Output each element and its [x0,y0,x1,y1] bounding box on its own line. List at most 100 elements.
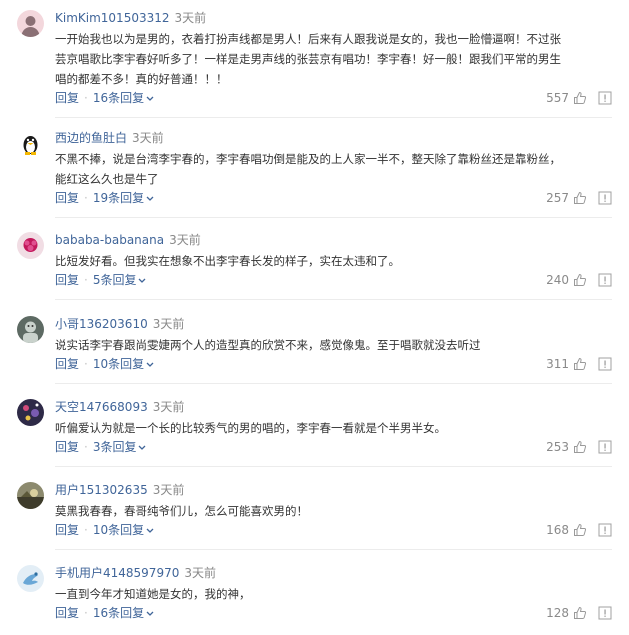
replies-count[interactable]: 3条回复 [93,440,137,454]
thumbs-up-icon[interactable] [573,357,587,371]
report-icon[interactable] [598,191,612,205]
timestamp: 3天前 [152,483,185,497]
separator: · [84,440,88,454]
report-icon[interactable] [598,91,612,105]
like-count: 240 [546,273,569,287]
report-icon[interactable] [598,357,612,371]
replies-count[interactable]: 10条回复 [93,523,144,537]
chevron-down-icon[interactable] [138,445,146,451]
reply-button[interactable]: 回复 [55,606,79,620]
timestamp: 3天前 [152,400,185,414]
comment-actions: 回复 · 5条回复 [55,272,146,288]
comment-text: 一直到今年才知道她是女的，我的神， [55,584,613,604]
replies-count[interactable]: 19条回复 [93,191,144,205]
comment-text-line: 说实话李宇春跟尚雯婕两个人的造型真的欣赏不来，感觉像鬼。至于唱歌就没去听过 [55,338,481,352]
username[interactable]: bababa-babanana [55,233,164,247]
report-icon[interactable] [598,273,612,287]
separator: · [84,523,88,537]
view-replies-button[interactable]: 16条回复 [93,91,154,105]
username[interactable]: KimKim101503312 [55,11,170,25]
comment-actions: 回复 · 16条回复 [55,90,154,106]
divider [55,549,612,550]
replies-count[interactable]: 16条回复 [93,606,144,620]
username-link[interactable]: 用户151302635 3天前 [55,482,184,498]
divider [55,117,612,118]
like-count: 557 [546,91,569,105]
username[interactable]: 用户151302635 [55,483,148,497]
comment-text-line: 不黑不捧，说是台湾李宇春的，李宇春唱功倒是能及的上人家一半不，整天除了靠粉丝还是… [55,152,561,166]
chevron-down-icon[interactable] [138,278,146,284]
thumbs-up-icon[interactable] [573,191,587,205]
username-link[interactable]: 西边的鱼肚白 3天前 [55,130,164,146]
username-link[interactable]: 手机用户4148597970 3天前 [55,565,216,581]
comment-meta: 168 [546,522,612,538]
comment-text-line: 一开始我也以为是男的，衣着打扮声线都是男人！后来有人跟我说是女的，我也一脸懵逼啊… [55,32,561,46]
thumbs-up-icon[interactable] [573,91,587,105]
reply-button[interactable]: 回复 [55,357,79,371]
comment-text: 不黑不捧，说是台湾李宇春的，李宇春唱功倒是能及的上人家一半不，整天除了靠粉丝还是… [55,149,613,189]
avatar[interactable] [17,565,44,592]
chevron-down-icon[interactable] [146,362,154,368]
comment-text-line: 芸京唱歌比李宇春好听多了！一样是走男声线的张芸京有唱功！李宇春！好一般！跟我们平… [55,52,561,66]
comment-actions: 回复 · 3条回复 [55,439,146,455]
thumbs-up-icon[interactable] [573,440,587,454]
username[interactable]: 小哥136203610 [55,317,148,331]
like-count: 257 [546,191,569,205]
view-replies-button[interactable]: 16条回复 [93,606,154,620]
report-icon[interactable] [598,523,612,537]
reply-button[interactable]: 回复 [55,273,79,287]
replies-count[interactable]: 16条回复 [93,91,144,105]
chevron-down-icon[interactable] [146,96,154,102]
comment-actions: 回复 · 16条回复 [55,605,154,621]
username[interactable]: 西边的鱼肚白 [55,131,127,145]
thumbs-up-icon[interactable] [573,273,587,287]
like-count: 253 [546,440,569,454]
comment-text: 莫黑我春春，春哥纯爷们儿，怎么可能喜欢男的！ [55,501,613,521]
replies-count[interactable]: 5条回复 [93,273,137,287]
timestamp: 3天前 [169,233,201,247]
comment-text-line: 比短发好看。但我实在想象不出李宇春长发的样子，实在太违和了。 [55,254,400,268]
username[interactable]: 天空147668093 [55,400,148,414]
view-replies-button[interactable]: 19条回复 [93,191,154,205]
view-replies-button[interactable]: 10条回复 [93,523,154,537]
thumbs-up-icon[interactable] [573,606,587,620]
username-link[interactable]: KimKim101503312 3天前 [55,10,206,26]
comment-meta: 253 [546,439,612,455]
avatar[interactable] [17,10,44,37]
comment-text: 比短发好看。但我实在想象不出李宇春长发的样子，实在太违和了。 [55,251,613,271]
separator: · [84,91,88,105]
comment-text-line: 莫黑我春春，春哥纯爷们儿，怎么可能喜欢男的！ [55,504,308,518]
comment-meta: 311 [546,356,612,372]
username-link[interactable]: 天空147668093 3天前 [55,399,184,415]
report-icon[interactable] [598,440,612,454]
replies-count[interactable]: 10条回复 [93,357,144,371]
reply-button[interactable]: 回复 [55,523,79,537]
chevron-down-icon[interactable] [146,528,154,534]
avatar[interactable] [17,130,44,157]
separator: · [84,357,88,371]
report-icon[interactable] [598,606,612,620]
comment-meta: 257 [546,190,612,206]
view-replies-button[interactable]: 10条回复 [93,357,154,371]
username-link[interactable]: bababa-babanana 3天前 [55,232,201,248]
view-replies-button[interactable]: 3条回复 [93,440,147,454]
view-replies-button[interactable]: 5条回复 [93,273,147,287]
reply-button[interactable]: 回复 [55,91,79,105]
comment-list: KimKim101503312 3天前 一开始我也以为是男的，衣着打扮声线都是男人！… [0,0,629,635]
comment-text-line: 唱的都差不多！真的好普通！！！ [55,72,228,86]
avatar[interactable] [17,482,44,509]
comment-actions: 回复 · 10条回复 [55,522,154,538]
avatar[interactable] [17,399,44,426]
avatar[interactable] [17,316,44,343]
divider [55,217,612,218]
chevron-down-icon[interactable] [146,196,154,202]
avatar[interactable] [17,232,44,259]
timestamp: 3天前 [174,11,207,25]
reply-button[interactable]: 回复 [55,191,79,205]
thumbs-up-icon[interactable] [573,523,587,537]
username[interactable]: 手机用户4148597970 [55,566,179,580]
chevron-down-icon[interactable] [146,611,154,617]
reply-button[interactable]: 回复 [55,440,79,454]
username-link[interactable]: 小哥136203610 3天前 [55,316,184,332]
comment-text: 听偏爱认为就是一个长的比较秀气的男的唱的，李宇春一看就是个半男半女。 [55,418,613,438]
